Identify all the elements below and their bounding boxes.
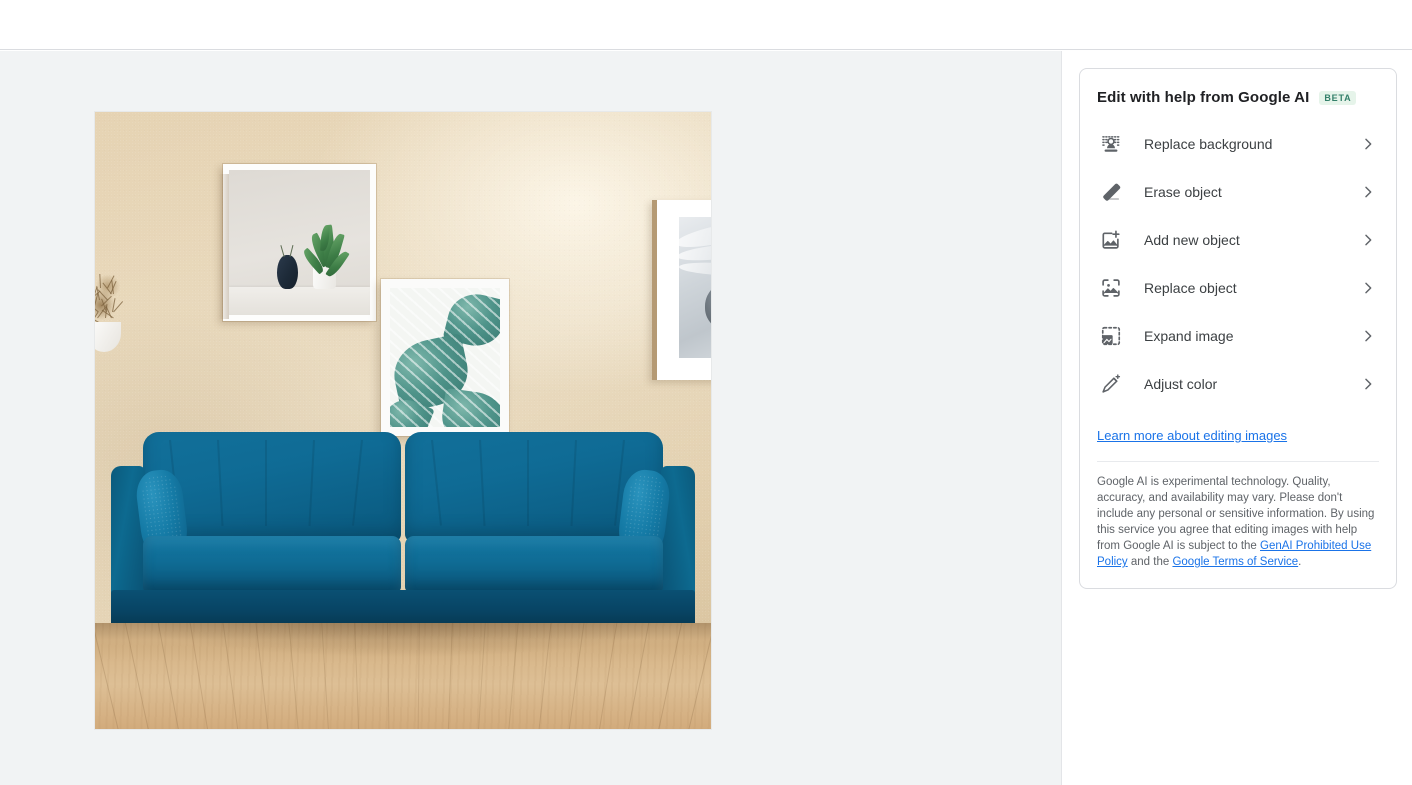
menu-item-replace-background[interactable]: Replace background <box>1097 120 1379 168</box>
image-canvas[interactable] <box>0 51 1062 785</box>
pampas-grass <box>95 264 129 330</box>
menu-item-add-new-object[interactable]: Add new object <box>1097 216 1379 264</box>
eraser-icon <box>1099 180 1123 204</box>
chevron-right-icon <box>1359 327 1377 345</box>
magic-wand-icon <box>1099 372 1123 396</box>
menu-item-adjust-color[interactable]: Adjust color <box>1097 360 1379 408</box>
chevron-right-icon <box>1359 135 1377 153</box>
photo-scene <box>95 112 711 729</box>
menu-item-label: Add new object <box>1144 232 1240 248</box>
divider <box>1097 461 1379 462</box>
learn-more-link[interactable]: Learn more about editing images <box>1097 428 1287 443</box>
sofa-seat-cushion-right <box>405 536 663 592</box>
menu-item-replace-object[interactable]: Replace object <box>1097 264 1379 312</box>
chevron-right-icon <box>1359 279 1377 297</box>
replace-image-icon <box>1099 276 1123 300</box>
google-ai-edit-card: Edit with help from Google AI BETA Repla… <box>1079 68 1397 589</box>
menu-item-label: Replace background <box>1144 136 1273 152</box>
ai-tools-menu: Replace background Erase object Add new … <box>1097 120 1379 408</box>
replace-background-icon <box>1099 132 1123 156</box>
google-terms-of-service-link[interactable]: Google Terms of Service <box>1172 556 1298 568</box>
wall-frame-plant-print <box>219 164 376 321</box>
menu-item-label: Expand image <box>1144 328 1234 344</box>
chevron-right-icon <box>1359 183 1377 201</box>
edited-image[interactable] <box>95 112 711 729</box>
wall-frame-grayscale-print <box>652 200 711 380</box>
page-title: Edit with help from Google AI <box>1097 89 1310 106</box>
top-bar <box>0 0 1412 50</box>
menu-item-label: Erase object <box>1144 184 1222 200</box>
wall-frame-monstera-print <box>381 279 509 436</box>
body-row: Edit with help from Google AI BETA Repla… <box>0 51 1412 785</box>
card-header: Edit with help from Google AI BETA <box>1097 89 1379 106</box>
menu-item-label: Adjust color <box>1144 376 1218 392</box>
beta-badge: BETA <box>1319 90 1357 105</box>
disclaimer-part-3: . <box>1298 556 1302 568</box>
menu-item-label: Replace object <box>1144 280 1237 296</box>
app-root: Edit with help from Google AI BETA Repla… <box>0 0 1412 785</box>
right-panel: Edit with help from Google AI BETA Repla… <box>1062 51 1412 785</box>
add-image-icon <box>1099 228 1123 252</box>
sofa-seat-cushion-left <box>143 536 401 592</box>
menu-item-erase-object[interactable]: Erase object <box>1097 168 1379 216</box>
disclaimer-text: Google AI is experimental technology. Qu… <box>1097 474 1379 570</box>
disclaimer-part-2: and the <box>1127 556 1173 568</box>
chevron-right-icon <box>1359 231 1377 249</box>
teal-sofa <box>103 430 703 650</box>
wooden-floor <box>95 623 711 729</box>
chevron-right-icon <box>1359 375 1377 393</box>
menu-item-expand-image[interactable]: Expand image <box>1097 312 1379 360</box>
expand-image-icon <box>1099 324 1123 348</box>
